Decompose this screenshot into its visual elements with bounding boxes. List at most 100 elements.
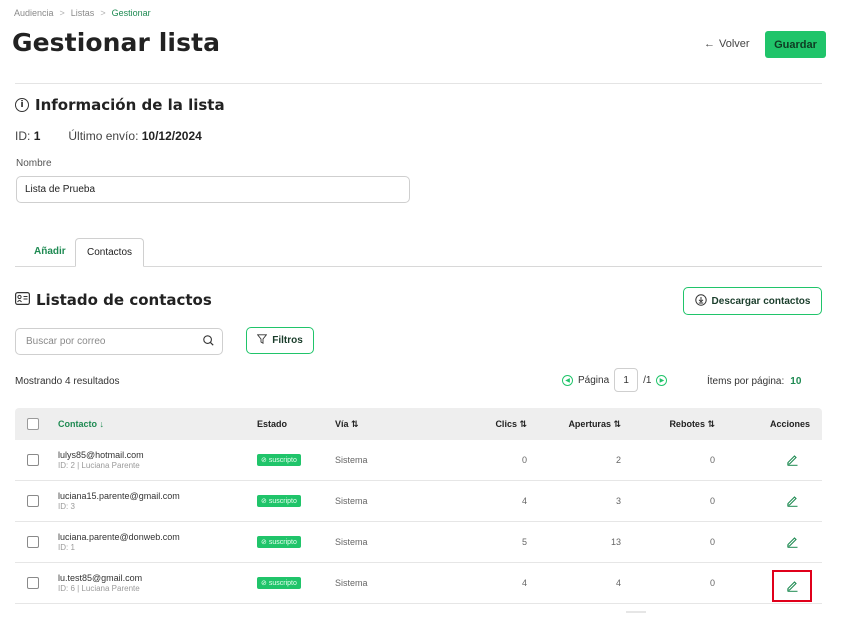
contacts-section-title: Listado de contactos <box>15 291 212 309</box>
clicks-cell: 4 <box>521 578 527 588</box>
table-row: lulys85@hotmail.com ID: 2 | Luciana Pare… <box>15 440 822 481</box>
arrow-circle-left-icon[interactable]: ◀ <box>562 374 573 386</box>
row-select-cell <box>27 563 39 603</box>
save-button[interactable]: Guardar <box>765 31 826 58</box>
contact-email[interactable]: luciana.parente@donweb.com <box>58 532 180 542</box>
last-send-label: Último envío: <box>68 129 139 143</box>
header-opens[interactable]: Aperturas ⇅ <box>555 408 621 440</box>
breadcrumb: Audiencia > Listas > Gestionar <box>14 8 151 18</box>
download-contacts-button[interactable]: Descargar contactos <box>683 287 822 315</box>
filter-icon <box>256 334 268 347</box>
search-box <box>15 328 223 355</box>
edit-highlight <box>772 570 812 602</box>
divider <box>626 611 646 613</box>
name-field[interactable]: Lista de Prueba <box>16 176 410 203</box>
select-all-checkbox[interactable] <box>27 418 39 430</box>
tab-contacts[interactable]: Contactos <box>75 238 144 267</box>
table-row: lu.test85@gmail.com ID: 6 | Luciana Pare… <box>15 563 822 604</box>
status-text: suscripto <box>268 538 297 546</box>
status-cell: ⊘ suscripto <box>257 563 301 603</box>
bounces-cell: 0 <box>709 578 715 588</box>
contacts-title-text: Listado de contactos <box>36 291 212 309</box>
via-cell: Sistema <box>335 578 368 588</box>
list-id: ID: 1 <box>15 129 40 143</box>
chevron-right-icon: > <box>100 8 106 18</box>
page-title: Gestionar lista <box>12 28 221 57</box>
contact-cell: lulys85@hotmail.com ID: 2 | Luciana Pare… <box>58 440 144 480</box>
list-meta: ID: 1 Último envío: 10/12/2024 <box>15 129 202 143</box>
opens-cell: 3 <box>615 496 621 506</box>
contact-email[interactable]: lulys85@hotmail.com <box>58 450 144 460</box>
status-badge: ⊘ suscripto <box>257 454 301 466</box>
header-actions: Acciones <box>769 419 810 429</box>
filters-button[interactable]: Filtros <box>246 327 314 354</box>
download-label: Descargar contactos <box>711 295 811 307</box>
header-contact[interactable]: Contacto ↓ <box>58 408 104 440</box>
via-cell: Sistema <box>335 496 368 506</box>
search-icon[interactable] <box>203 333 214 351</box>
header-via[interactable]: Vía ⇅ <box>335 408 359 440</box>
clicks-cell: 0 <box>521 455 527 465</box>
contact-email[interactable]: lu.test85@gmail.com <box>58 573 142 583</box>
arrow-circle-right-icon[interactable]: ▶ <box>656 374 668 386</box>
page-total: /1 <box>643 374 652 386</box>
status-text: suscripto <box>268 456 297 464</box>
chevron-right-icon: > <box>59 8 65 18</box>
search-input[interactable] <box>24 335 198 348</box>
info-title-text: Información de la lista <box>35 96 225 114</box>
items-per-page: Ítems por página: 10 <box>707 376 801 387</box>
table-header: Contacto ↓ Estado Vía ⇅ Clics ⇅ Apertura… <box>15 408 822 440</box>
row-select-cell <box>27 440 39 480</box>
row-checkbox[interactable] <box>27 536 39 548</box>
items-per-page-label: Ítems por página: <box>707 376 785 387</box>
opens-cell: 4 <box>615 578 621 588</box>
filters-label: Filtros <box>272 335 303 346</box>
contacts-table: Contacto ↓ Estado Vía ⇅ Clics ⇅ Apertura… <box>15 408 822 604</box>
check-circle-icon: ⊘ <box>261 457 267 464</box>
row-checkbox[interactable] <box>27 577 39 589</box>
breadcrumb-item-audiencia[interactable]: Audiencia <box>14 8 54 18</box>
status-cell: ⊘ suscripto <box>257 440 301 480</box>
edit-icon[interactable] <box>786 535 799 550</box>
status-badge: ⊘ suscripto <box>257 577 301 589</box>
last-send: Último envío: 10/12/2024 <box>68 129 201 143</box>
contact-email[interactable]: luciana15.parente@gmail.com <box>58 491 180 501</box>
bounces-cell: 0 <box>709 537 715 547</box>
clicks-cell: 5 <box>521 537 527 547</box>
tab-add[interactable]: Añadir <box>34 246 66 257</box>
info-section-title: i Información de la lista <box>15 96 225 114</box>
contact-id: ID: 6 | Luciana Parente <box>58 584 140 593</box>
back-button[interactable]: ← Volver <box>704 38 750 50</box>
actions-cell <box>782 522 802 562</box>
row-checkbox[interactable] <box>27 495 39 507</box>
status-badge: ⊘ suscripto <box>257 495 301 507</box>
edit-icon[interactable] <box>786 579 799 594</box>
opens-cell: 2 <box>615 455 621 465</box>
contact-id: ID: 3 <box>58 502 75 511</box>
actions-cell <box>782 440 802 480</box>
row-checkbox[interactable] <box>27 454 39 466</box>
via-cell: Sistema <box>335 455 368 465</box>
items-per-page-select[interactable]: 10 <box>790 376 801 387</box>
opens-cell: 13 <box>610 537 621 547</box>
breadcrumb-item-listas[interactable]: Listas <box>71 8 95 18</box>
contact-id: ID: 1 <box>58 543 75 552</box>
header-clicks[interactable]: Clics ⇅ <box>475 408 527 440</box>
status-cell: ⊘ suscripto <box>257 481 301 521</box>
page-input[interactable]: 1 <box>614 368 639 392</box>
page-label: Página <box>578 374 610 386</box>
header-bounces[interactable]: Rebotes ⇅ <box>655 408 715 440</box>
name-label: Nombre <box>16 158 52 169</box>
edit-icon[interactable] <box>786 453 799 468</box>
status-text: suscripto <box>268 579 297 587</box>
table-row: luciana.parente@donweb.com ID: 1 ⊘ suscri… <box>15 522 822 563</box>
actions-cell <box>782 481 802 521</box>
last-send-value: 10/12/2024 <box>141 129 202 143</box>
check-circle-icon: ⊘ <box>261 498 267 505</box>
arrow-left-icon: ← <box>704 38 715 50</box>
id-value: 1 <box>33 129 41 143</box>
edit-icon[interactable] <box>786 494 799 509</box>
check-circle-icon: ⊘ <box>261 539 267 546</box>
info-icon: i <box>15 98 29 112</box>
pagination: ◀ Página 1 /1 ▶ <box>562 368 668 392</box>
